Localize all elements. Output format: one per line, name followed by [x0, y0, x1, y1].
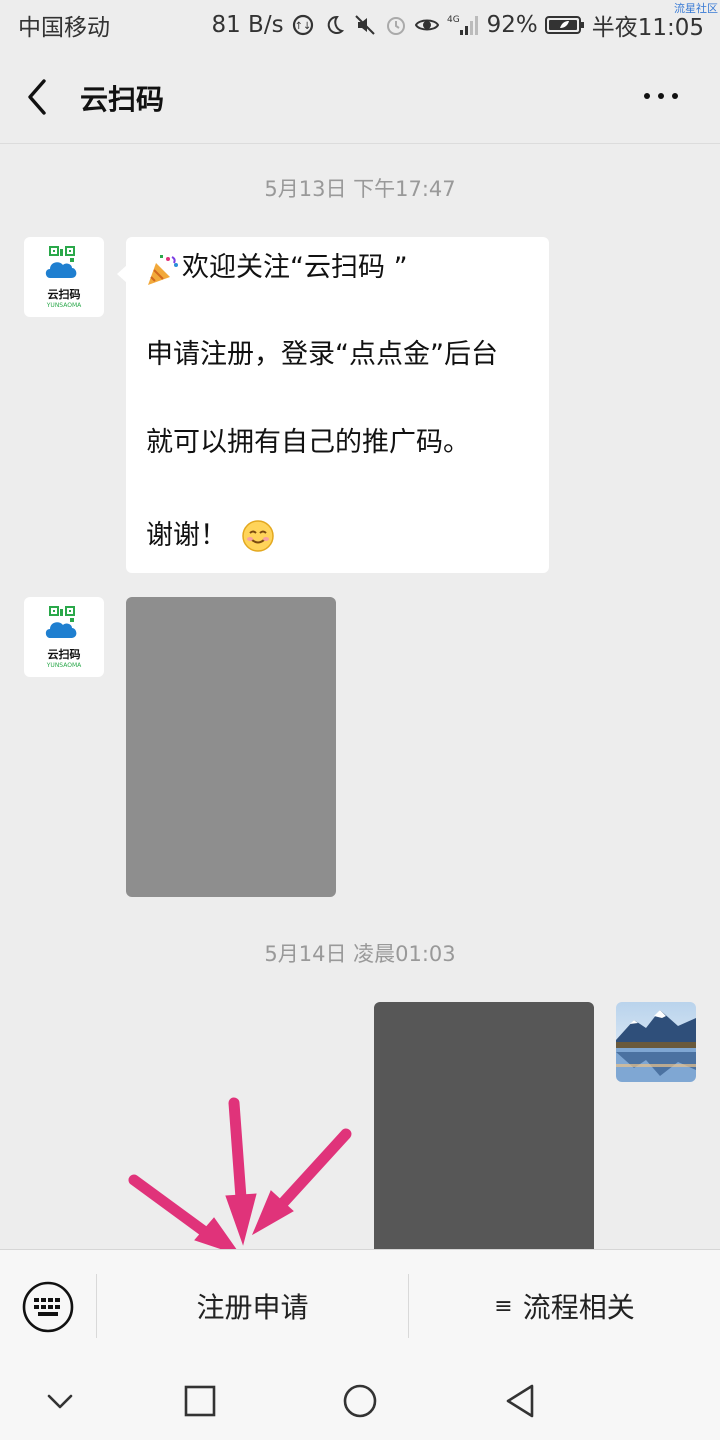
service-menu-bar: 注册申请 ≡ 流程相关 [0, 1249, 720, 1361]
image-message[interactable] [126, 597, 336, 897]
annotation-arrows [128, 1097, 352, 1256]
smile-emoji-icon [242, 520, 274, 552]
back-triangle-icon[interactable] [500, 1381, 540, 1421]
battery-icon [544, 13, 585, 37]
party-popper-icon [148, 255, 178, 285]
alarm-icon [384, 13, 408, 37]
image-message[interactable] [374, 1002, 594, 1252]
brand-logo-subtext: YUNSAOMA [46, 301, 82, 309]
welcome-line-1: 欢迎关注“云扫码 ” [182, 252, 408, 283]
status-icons: 81 B/s ↑↓ 4G 92% 半夜11:05 [211, 8, 704, 42]
menu-process-related[interactable]: ≡ 流程相关 [409, 1250, 720, 1362]
welcome-line-4: 谢谢！ [146, 520, 227, 551]
chevron-down-icon[interactable] [40, 1381, 80, 1421]
more-dots-icon[interactable] [644, 86, 684, 106]
page-title: 云扫码 [80, 83, 165, 116]
network-speed: 81 B/s [211, 12, 284, 38]
menu-register-apply[interactable]: 注册申请 [97, 1250, 408, 1362]
svg-text:↑↓: ↑↓ [294, 21, 311, 32]
message-timestamp: 5月13日 下午17:47 [264, 177, 456, 201]
chevron-left-icon[interactable] [24, 78, 54, 116]
menu-item-label: 注册申请 [196, 1291, 309, 1324]
menu-list-icon: ≡ [494, 1293, 513, 1319]
welcome-message-bubble[interactable]: 欢迎关注“云扫码 ” 申请注册，登录“点点金”后台 就可以拥有自己的推广码。 谢… [117, 237, 549, 573]
avatar[interactable]: 云扫码 YUNSAOMA [24, 597, 104, 677]
mountain-lake-avatar-image [616, 1002, 696, 1082]
carrier-label: 中国移动 [18, 15, 110, 41]
message-timestamp: 5月14日 凌晨01:03 [264, 942, 456, 966]
network-type: 4G [447, 15, 460, 25]
navigation-bar [0, 1361, 720, 1440]
chat-header: 云扫码 [0, 50, 720, 144]
recent-apps-square-icon[interactable] [180, 1381, 220, 1421]
avatar[interactable] [616, 1002, 696, 1082]
brand-logo-text: 云扫码 [47, 647, 81, 661]
battery-percent: 92% [486, 12, 538, 38]
welcome-line-2: 申请注册，登录“点点金”后台 [146, 339, 498, 370]
avatar[interactable]: 云扫码 YUNSAOMA [24, 237, 104, 317]
eye-icon [414, 13, 439, 37]
data-saver-icon: ↑↓ [291, 13, 315, 37]
mute-icon [353, 13, 377, 37]
message-line: 欢迎关注“云扫码 ” [146, 253, 531, 340]
cloud-qr-logo-icon [45, 605, 77, 638]
keyboard-icon[interactable] [22, 1281, 74, 1333]
status-bar: 中国移动 81 B/s ↑↓ 4G 92% 半夜11:05 流星社区 [0, 0, 720, 50]
message-line: 谢谢！ [146, 516, 531, 556]
brand-logo-text: 云扫码 [47, 287, 81, 301]
signal-icon: 4G [446, 13, 480, 37]
cloud-qr-logo-icon [45, 245, 77, 278]
home-circle-icon[interactable] [340, 1381, 380, 1421]
moon-icon [322, 13, 346, 37]
watermark: 流星社区 [674, 2, 718, 15]
welcome-line-3: 就可以拥有自己的推广码。 [146, 427, 470, 458]
menu-item-label: 流程相关 [522, 1291, 635, 1324]
brand-logo-subtext: YUNSAOMA [46, 661, 82, 669]
